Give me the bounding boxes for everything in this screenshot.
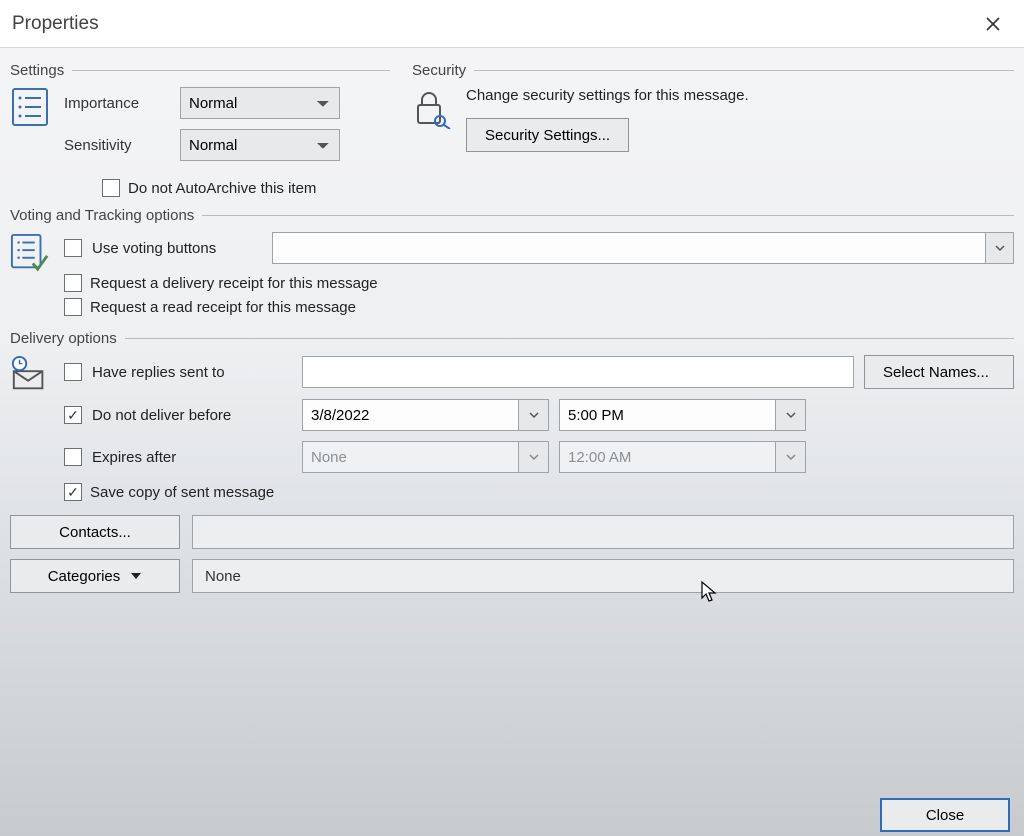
contacts-button[interactable]: Contacts...	[10, 515, 180, 549]
categories-field[interactable]: None	[192, 559, 1014, 593]
properties-list-icon	[10, 87, 50, 127]
no-deliver-date-combo[interactable]	[302, 399, 549, 431]
expires-after-label: Expires after	[92, 449, 292, 466]
security-settings-button[interactable]: Security Settings...	[466, 118, 629, 152]
delivery-group-title: Delivery options	[10, 330, 117, 347]
expires-date-combo[interactable]	[302, 441, 549, 473]
categories-button[interactable]: Categories	[10, 559, 180, 593]
voting-group-title: Voting and Tracking options	[10, 207, 194, 224]
have-replies-label: Have replies sent to	[92, 364, 292, 381]
have-replies-input[interactable]	[302, 356, 854, 388]
voting-buttons-select[interactable]	[272, 232, 1014, 264]
expires-date-input	[303, 442, 518, 472]
close-icon[interactable]	[974, 5, 1012, 43]
have-replies-checkbox[interactable]	[64, 363, 82, 381]
settings-group-title: Settings	[10, 62, 64, 79]
caret-down-icon	[130, 571, 142, 581]
sensitivity-label: Sensitivity	[64, 137, 168, 154]
delivery-receipt-label: Request a delivery receipt for this mess…	[90, 275, 378, 292]
outbox-clock-icon	[10, 355, 50, 395]
chevron-down-icon[interactable]	[518, 400, 548, 430]
divider	[202, 215, 1014, 216]
autoarchive-checkbox[interactable]	[102, 179, 120, 197]
chevron-down-icon[interactable]	[518, 442, 548, 472]
window-title: Properties	[12, 13, 99, 35]
titlebar: Properties	[0, 0, 1024, 48]
expires-after-checkbox[interactable]	[64, 448, 82, 466]
close-button[interactable]: Close	[880, 798, 1010, 832]
security-description: Change security settings for this messag…	[466, 87, 1014, 104]
expires-time-combo[interactable]	[559, 441, 806, 473]
importance-label: Importance	[64, 95, 168, 112]
security-group-title: Security	[412, 62, 466, 79]
no-deliver-before-checkbox[interactable]	[64, 406, 82, 424]
contacts-field[interactable]	[192, 515, 1014, 549]
use-voting-checkbox[interactable]	[64, 239, 82, 257]
no-deliver-before-label: Do not deliver before	[92, 407, 292, 424]
importance-select[interactable]: Normal	[180, 87, 340, 119]
no-deliver-date-input[interactable]	[303, 400, 518, 430]
categories-button-label: Categories	[48, 568, 121, 585]
chevron-down-icon[interactable]	[985, 233, 1013, 263]
expires-time-input	[560, 442, 775, 472]
lock-key-icon	[412, 87, 452, 127]
select-names-button[interactable]: Select Names...	[864, 355, 1014, 389]
read-receipt-checkbox[interactable]	[64, 298, 82, 316]
voting-list-icon	[10, 232, 50, 272]
chevron-down-icon[interactable]	[775, 442, 805, 472]
divider	[125, 338, 1014, 339]
divider	[72, 70, 390, 71]
autoarchive-label: Do not AutoArchive this item	[128, 180, 316, 197]
sensitivity-select[interactable]: Normal	[180, 129, 340, 161]
delivery-receipt-checkbox[interactable]	[64, 274, 82, 292]
save-copy-checkbox[interactable]	[64, 483, 82, 501]
read-receipt-label: Request a read receipt for this message	[90, 299, 356, 316]
save-copy-label: Save copy of sent message	[90, 484, 274, 501]
use-voting-label: Use voting buttons	[92, 240, 262, 257]
chevron-down-icon[interactable]	[775, 400, 805, 430]
no-deliver-time-combo[interactable]	[559, 399, 806, 431]
divider	[474, 70, 1014, 71]
no-deliver-time-input[interactable]	[560, 400, 775, 430]
